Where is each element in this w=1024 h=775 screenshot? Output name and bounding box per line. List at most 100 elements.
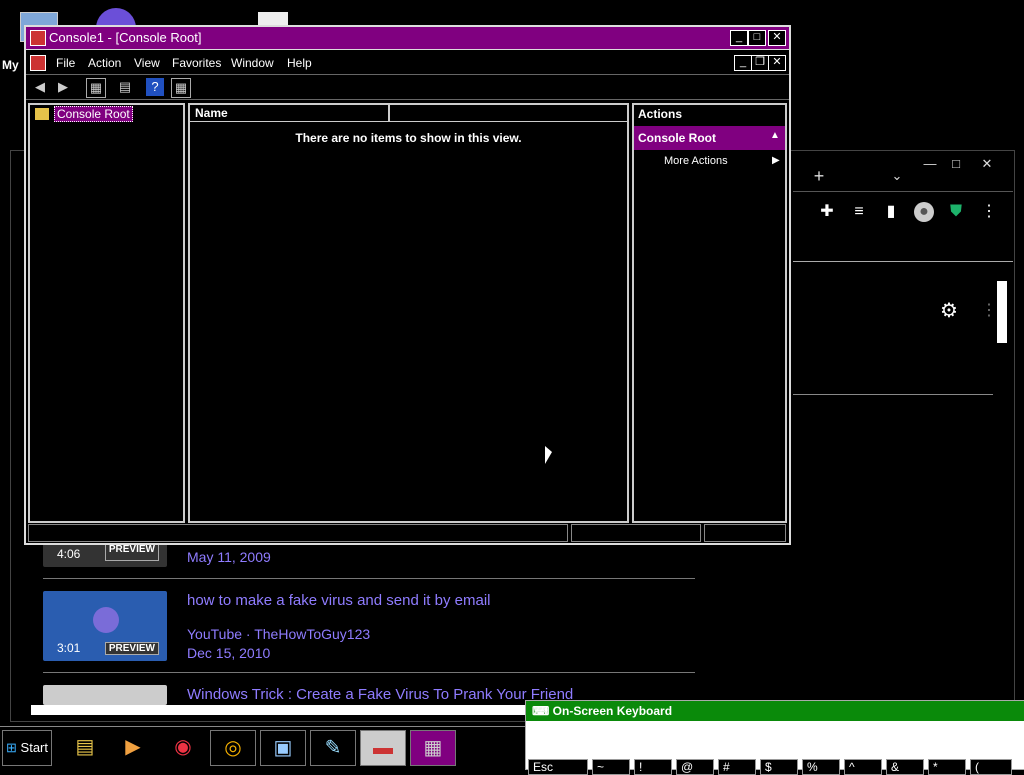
column-header-name[interactable]: Name bbox=[195, 106, 228, 120]
new-tab-icon[interactable]: + bbox=[805, 167, 833, 185]
chrome-taskbar-icon[interactable]: ◉ bbox=[160, 730, 206, 766]
back-arrow-icon[interactable]: ◀ bbox=[31, 78, 49, 96]
menu-window[interactable]: Window bbox=[231, 56, 274, 70]
notes-taskbar-icon[interactable]: ✎ bbox=[310, 730, 356, 766]
keyboard-icon: ⌨ bbox=[532, 704, 550, 718]
tree-item-console-root[interactable]: Console Root bbox=[54, 106, 133, 122]
menu-view[interactable]: View bbox=[134, 56, 160, 70]
extensions-icon[interactable]: ✚ bbox=[817, 202, 837, 222]
key-ampersand[interactable]: & bbox=[886, 759, 924, 775]
video-duration: 3:01 bbox=[57, 641, 81, 655]
collapse-arrow-icon[interactable]: ▲ bbox=[770, 130, 780, 141]
start-label: Start bbox=[20, 740, 48, 755]
result-source: YouTube · TheHowToGuy123 bbox=[187, 626, 371, 642]
key-esc[interactable]: Esc bbox=[528, 759, 588, 775]
empty-view-message: There are no items to show in this view. bbox=[295, 131, 522, 145]
close-icon[interactable]: ✕ bbox=[768, 30, 786, 46]
result-separator bbox=[43, 672, 695, 673]
mmc-app-icon bbox=[30, 30, 46, 46]
osk-title: On-Screen Keyboard bbox=[552, 704, 673, 718]
menu-action[interactable]: Action bbox=[88, 56, 121, 70]
status-bar-section bbox=[28, 524, 568, 542]
export-list-icon[interactable]: ▤ bbox=[116, 78, 134, 96]
media-player-taskbar-icon[interactable]: ▶ bbox=[110, 730, 156, 766]
osk-title-bar[interactable]: ⌨ On-Screen Keyboard bbox=[526, 701, 1024, 721]
results-pane: Name There are no items to show in this … bbox=[188, 103, 629, 523]
close-icon[interactable]: ✕ bbox=[973, 157, 1001, 171]
kebab-icon[interactable]: ⋮ bbox=[979, 301, 999, 321]
result-date: May 11, 2009 bbox=[187, 549, 271, 565]
explorer-taskbar-icon[interactable]: ▤ bbox=[62, 730, 108, 766]
windows-logo-icon: ⊞ bbox=[6, 740, 17, 755]
maximize-icon[interactable]: □ bbox=[748, 30, 766, 46]
shield-icon[interactable]: ⛊ bbox=[946, 202, 966, 222]
help-icon[interactable]: ? bbox=[146, 78, 164, 96]
key-asterisk[interactable]: * bbox=[928, 759, 966, 775]
result-title[interactable]: how to make a fake virus and send it by … bbox=[187, 592, 491, 609]
maximize-icon[interactable]: □ bbox=[942, 157, 970, 171]
window-title: Console1 - [Console Root] bbox=[49, 30, 202, 45]
menu-bar: File Action View Favorites Window Help _… bbox=[26, 50, 789, 75]
side-panel-icon[interactable]: ▮ bbox=[881, 202, 901, 222]
key-at[interactable]: @ bbox=[676, 759, 714, 775]
video-thumbnail[interactable] bbox=[43, 685, 167, 705]
forward-arrow-icon[interactable]: ▶ bbox=[54, 78, 72, 96]
preview-badge: PREVIEW bbox=[104, 642, 159, 655]
media-queue-icon[interactable]: ≡ bbox=[849, 202, 869, 222]
menu-file[interactable]: File bbox=[56, 56, 75, 70]
more-actions-label: More Actions bbox=[664, 155, 728, 167]
actions-pane: Actions Console Root ▲ More Actions ▶ bbox=[632, 103, 787, 523]
key-tilde[interactable]: ~ bbox=[592, 759, 630, 775]
video-thumbnail[interactable]: 3:01 PREVIEW bbox=[43, 591, 167, 661]
preview-badge: PREVIEW bbox=[104, 543, 159, 561]
column-divider bbox=[388, 105, 390, 121]
more-actions-item[interactable]: More Actions ▶ bbox=[634, 155, 785, 173]
my-computer-label: My bbox=[2, 58, 19, 72]
child-close-icon[interactable]: ✕ bbox=[768, 55, 786, 71]
key-exclamation[interactable]: ! bbox=[634, 759, 672, 775]
title-bar[interactable]: Console1 - [Console Root] _ □ ✕ bbox=[26, 27, 789, 50]
result-separator bbox=[43, 578, 695, 579]
child-restore-icon[interactable]: ❐ bbox=[751, 55, 769, 71]
gear-icon[interactable]: ⚙ bbox=[939, 301, 959, 321]
horizontal-scrollbar[interactable] bbox=[31, 705, 531, 715]
key-left-paren[interactable]: ( bbox=[970, 759, 1012, 775]
key-hash[interactable]: # bbox=[718, 759, 756, 775]
minimize-icon[interactable]: — bbox=[916, 157, 944, 171]
status-bar-section bbox=[704, 524, 786, 542]
on-screen-keyboard: ⌨ On-Screen Keyboard Esc ~ ! @ # $ % ^ &… bbox=[525, 700, 1024, 775]
computer-taskbar-icon[interactable]: ▣ bbox=[260, 730, 306, 766]
actions-header: Actions bbox=[638, 107, 683, 121]
start-button[interactable]: ⊞ Start bbox=[2, 730, 52, 766]
mmc-console-window: Console1 - [Console Root] _ □ ✕ File Act… bbox=[24, 25, 791, 545]
column-header-bar: Name bbox=[190, 105, 627, 122]
submenu-arrow-icon: ▶ bbox=[772, 155, 780, 166]
menu-help[interactable]: Help bbox=[287, 56, 312, 70]
toolbar: ◀ ▶ ▦ ▤ ? ▦ bbox=[26, 75, 789, 100]
profile-avatar-icon[interactable]: ● bbox=[914, 202, 934, 222]
video-duration: 4:06 bbox=[57, 547, 81, 561]
status-bar-section bbox=[571, 524, 701, 542]
calculator-taskbar-icon[interactable]: ▦ bbox=[410, 730, 456, 766]
chevron-down-icon[interactable]: ⌄ bbox=[883, 169, 911, 183]
show-hide-action-pane-icon[interactable]: ▦ bbox=[171, 78, 191, 98]
folder-icon bbox=[35, 108, 49, 120]
more-menu-icon[interactable]: ⋮ bbox=[979, 202, 999, 222]
result-title[interactable]: Windows Trick : Create a Fake Virus To P… bbox=[187, 686, 573, 703]
page-header-divider bbox=[793, 261, 1013, 262]
key-percent[interactable]: % bbox=[802, 759, 840, 775]
mmc-doc-icon bbox=[30, 55, 46, 71]
key-dollar[interactable]: $ bbox=[760, 759, 798, 775]
section-divider bbox=[793, 394, 993, 395]
actions-section-header[interactable]: Console Root ▲ bbox=[634, 126, 785, 150]
menu-favorites[interactable]: Favorites bbox=[172, 56, 221, 70]
child-minimize-icon[interactable]: _ bbox=[734, 55, 752, 71]
firefox-taskbar-icon[interactable]: ◎ bbox=[210, 730, 256, 766]
toolbar-divider bbox=[793, 191, 1013, 192]
show-hide-tree-icon[interactable]: ▦ bbox=[86, 78, 106, 98]
key-caret[interactable]: ^ bbox=[844, 759, 882, 775]
scrollbar-thumb[interactable] bbox=[997, 281, 1007, 343]
minimize-icon[interactable]: _ bbox=[730, 30, 748, 46]
toolbox-taskbar-icon[interactable]: ▬ bbox=[360, 730, 406, 766]
actions-section-label: Console Root bbox=[638, 131, 716, 145]
